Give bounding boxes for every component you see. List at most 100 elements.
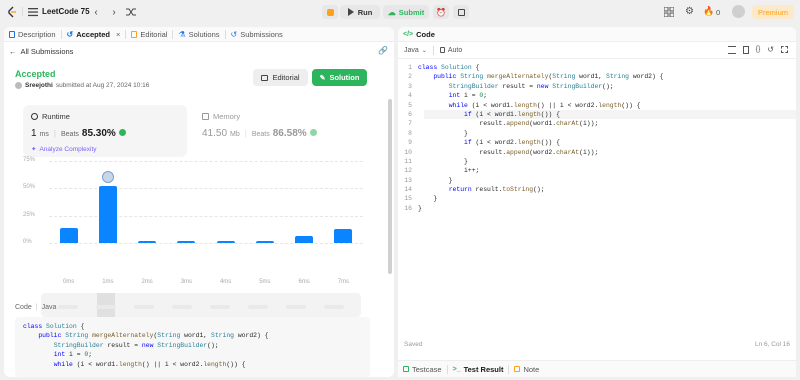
memory-beats-label: Beats <box>251 131 270 138</box>
chart-bar-1ms[interactable] <box>98 186 117 243</box>
tab-testcase[interactable]: Testcase <box>398 362 447 377</box>
leetcode-logo-icon[interactable] <box>6 6 18 18</box>
line-number: 2 <box>408 73 412 81</box>
chart-bar-0ms[interactable] <box>59 227 78 243</box>
tab-submissions[interactable]: ↺ Submissions <box>226 27 288 42</box>
tab-description[interactable]: Description <box>4 27 61 42</box>
settings-gear-icon[interactable]: ⚙ <box>684 6 695 17</box>
code-editor[interactable]: 1 class Solution {2 public String mergeAl… <box>398 63 796 343</box>
submitted-code-lines: class Solution { public String mergeAlte… <box>23 322 362 369</box>
timer-button[interactable]: ⏰ <box>433 5 449 19</box>
tab-test-result[interactable]: >_ Test Result <box>448 362 509 377</box>
editorial-button[interactable]: Editorial <box>253 69 308 86</box>
shuffle-icon[interactable] <box>126 7 136 17</box>
editor-line[interactable]: 15 } <box>398 194 796 203</box>
line-number: 6 <box>408 110 412 118</box>
alarm-clock-icon: ⏰ <box>436 7 446 17</box>
layout-grid-icon[interactable] <box>664 7 674 17</box>
chart-bar-4ms[interactable] <box>216 240 235 243</box>
editor-line[interactable]: 1 class Solution { <box>398 63 796 72</box>
close-tab-icon[interactable]: × <box>116 30 120 39</box>
submitted-at: submitted at Aug 27, 2024 10:16 <box>55 82 150 89</box>
code-header: Code | Java <box>15 304 57 311</box>
checkbox-icon <box>403 366 409 372</box>
run-label: Run <box>357 7 373 17</box>
analyze-complexity-link[interactable]: ✦ Analyze Complexity <box>31 145 97 154</box>
chart-minimap[interactable] <box>41 293 361 317</box>
submit-button[interactable]: ☁ Submit <box>383 5 429 19</box>
memory-chip-icon <box>202 113 209 120</box>
line-number: 1 <box>408 64 412 71</box>
auto-mode-toggle[interactable]: Auto <box>439 47 462 54</box>
premium-button[interactable]: Premium <box>752 5 794 19</box>
note-icon <box>514 366 521 372</box>
y-tick-label: 25% <box>23 212 36 218</box>
next-problem-icon[interactable]: › <box>110 7 118 18</box>
editor-line[interactable]: 11 } <box>398 157 796 166</box>
chart-bar-7ms[interactable] <box>334 228 353 243</box>
tab-editorial[interactable]: Editorial <box>126 27 172 42</box>
y-tick-label: 75% <box>23 157 36 163</box>
editor-line[interactable]: 6 if (i < word1.length()) { <box>398 110 796 119</box>
x-tick-label: 4ms <box>219 279 232 285</box>
book-icon <box>131 30 138 38</box>
editor-line[interactable]: 8 } <box>398 129 796 138</box>
debug-button[interactable] <box>322 5 338 19</box>
editor-line[interactable]: 12 i++; <box>398 166 796 175</box>
problem-list-icon[interactable] <box>28 7 38 17</box>
reset-icon[interactable]: ↺ <box>767 46 774 54</box>
lock-icon <box>439 47 445 53</box>
line-number: 11 <box>404 157 412 165</box>
bookmark-icon[interactable] <box>742 46 749 54</box>
run-button[interactable]: Run <box>340 5 380 19</box>
tab-note[interactable]: Note <box>509 362 544 377</box>
chart-bar-2ms[interactable] <box>138 240 157 243</box>
runtime-card[interactable]: Runtime 1 ms | Beats 85.30% ✦ Analyze Co… <box>23 105 187 157</box>
editor-line[interactable]: 13 } <box>398 176 796 185</box>
editor-line[interactable]: 10 result.append(word2.charAt(i)); <box>398 148 796 157</box>
line-number: 7 <box>408 120 412 128</box>
fullscreen-icon[interactable] <box>781 46 788 53</box>
x-tick-label: 0ms <box>62 279 75 285</box>
username[interactable]: Sreejothi <box>25 82 53 89</box>
leetcode-mascot-icon <box>309 129 317 136</box>
avatar <box>15 82 22 89</box>
prev-problem-icon[interactable]: ‹ <box>92 7 100 18</box>
avatar[interactable] <box>732 5 745 18</box>
editor-line[interactable]: 3 StringBuilder result = new StringBuild… <box>398 82 796 91</box>
line-number: 12 <box>404 167 412 175</box>
editor-tab-bar: </> Code <box>398 27 796 42</box>
minimap-bar <box>248 305 268 309</box>
tab-solutions[interactable]: ⚗ Solutions <box>173 27 224 42</box>
chart-bar-6ms[interactable] <box>295 236 314 243</box>
language-select[interactable]: Java ⌄ <box>404 47 427 54</box>
panel-scrollbar[interactable] <box>388 99 392 274</box>
cursor-position: Ln 6, Col 16 <box>754 341 790 348</box>
format-align-icon[interactable] <box>727 46 736 54</box>
editor-line[interactable]: 2 public String mergeAlternately(String … <box>398 72 796 81</box>
editor-line[interactable]: 7 result.append(word1.charAt(i)); <box>398 119 796 128</box>
editor-line[interactable]: 9 if (i < word2.length()) { <box>398 138 796 147</box>
editor-line[interactable]: 4 int i = 0; <box>398 91 796 100</box>
x-tick-label: 2ms <box>141 279 153 285</box>
minimap-bar <box>324 305 344 309</box>
problem-list-title[interactable]: LeetCode 75 <box>42 7 90 16</box>
editor-toolbar: Java ⌄ Auto {} ↺ <box>398 42 796 59</box>
solution-button[interactable]: ✎ Solution <box>312 69 367 86</box>
fire-streak-icon[interactable]: 🔥 <box>703 6 714 17</box>
braces-icon[interactable]: {} <box>756 46 761 54</box>
tab-code[interactable]: </> Code <box>398 27 440 42</box>
flask-icon: ⚗ <box>178 29 186 39</box>
notes-button[interactable] <box>453 5 469 19</box>
editor-line[interactable]: 14 return result.toString(); <box>398 185 796 194</box>
editor-line[interactable]: 16} <box>398 204 796 213</box>
link-icon[interactable]: 🔗 <box>378 46 388 55</box>
editor-line[interactable]: 5 while (i < word1.length() || i < word2… <box>398 101 796 110</box>
chart-bar-5ms[interactable] <box>255 240 274 243</box>
back-to-submissions[interactable]: ← All Submissions <box>9 47 73 56</box>
memory-card[interactable]: Memory 41.50 Mb | Beats 86.58% <box>194 105 358 157</box>
runtime-divider: | <box>53 129 56 138</box>
tab-accepted[interactable]: ↺ Accepted × <box>62 27 126 42</box>
chart-bar-3ms[interactable] <box>177 240 196 243</box>
runtime-unit: ms <box>39 131 49 138</box>
